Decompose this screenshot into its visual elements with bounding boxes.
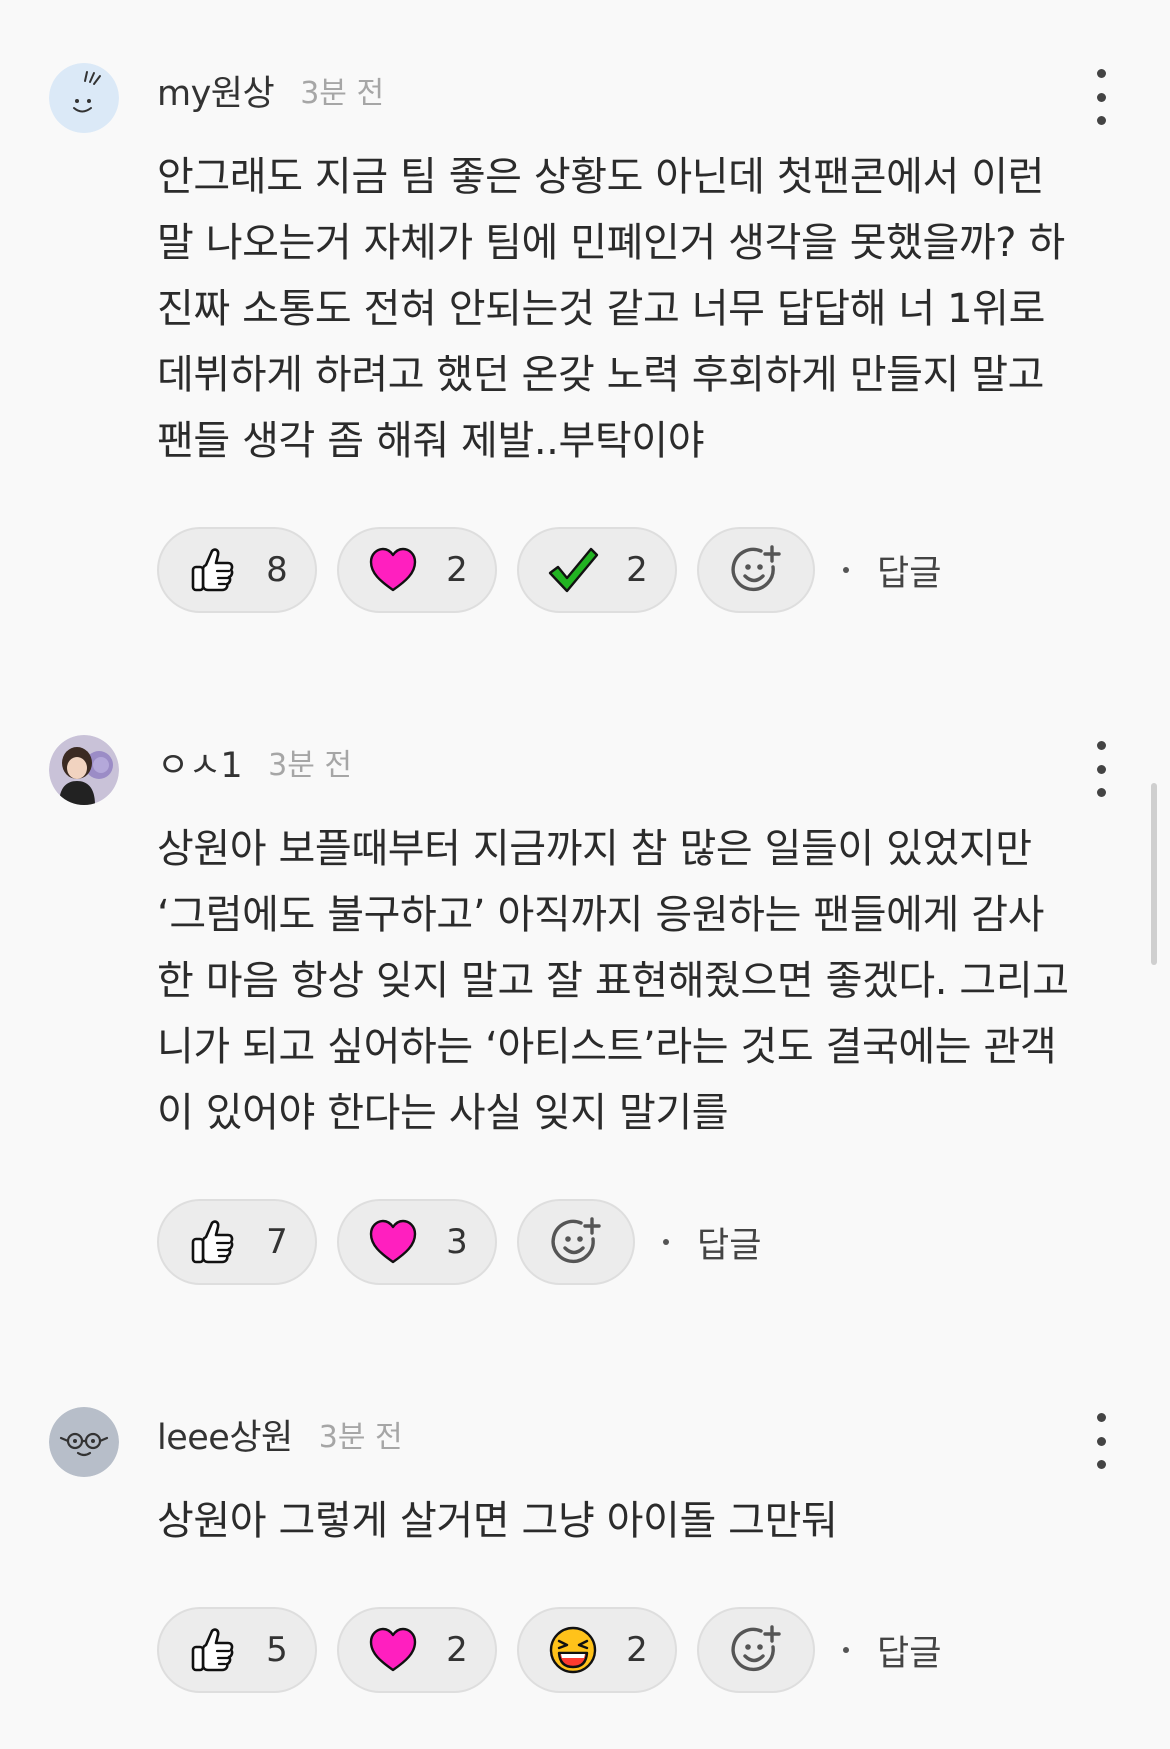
add-emoji-icon [731,545,781,592]
comment-line: 상원아 그렇게 살거면 그냥 아이돌 그만둬 [157,1498,838,1544]
doodle-face-avatar-icon [49,63,119,133]
more-options-icon[interactable] [1086,1413,1116,1469]
laughing-face-icon [549,1626,597,1674]
thumbs-up-reaction-button[interactable]: 5 [157,1607,317,1693]
comment-line: 이 있어야 한다는 사실 잊지 말기를 [157,1090,729,1136]
heart-reaction-button[interactable]: 3 [337,1199,497,1285]
heart-icon [369,1627,417,1672]
timestamp: 3분 전 [318,1420,403,1455]
reaction-count: 2 [626,550,648,590]
comment-line: 니가 되고 싶어하는 ‘아티스트’라는 것도 결국에는 관객 [157,1024,1057,1070]
laughing-reaction-button[interactable]: 2 [517,1607,677,1693]
add-reaction-button[interactable] [517,1199,635,1285]
comment-line: 팬들 생각 좀 해줘 제발..부탁이야 [157,418,705,464]
reply-label: 답글 [877,553,942,594]
reaction-count: 2 [446,550,468,590]
more-options-icon[interactable] [1086,741,1116,797]
comment-body: 상원아 보플때부터 지금까지 참 많은 일들이 있었지만 ‘그럼에도 불구하고’… [157,816,1117,1146]
separator-dot [663,1239,669,1245]
heart-reaction-button[interactable]: 2 [337,1607,497,1693]
username[interactable]: ㅇㅅ1 [157,737,243,788]
comment-line: 상원아 보플때부터 지금까지 참 많은 일들이 있었지만 [157,826,1032,872]
thumbs-up-icon [191,1220,234,1264]
timestamp: 3분 전 [300,76,385,111]
glasses-face-avatar-icon [49,1407,119,1477]
add-reaction-button[interactable] [697,527,815,613]
reply-button[interactable]: 답글 [843,545,941,596]
check-icon [548,547,599,593]
username[interactable]: leee상원 [157,1409,293,1460]
profile-photo-avatar-icon [49,735,119,805]
thumbs-up-icon [191,548,234,592]
heart-icon [369,547,417,592]
comment-meta: leee상원 3분 전 [157,1409,403,1459]
avatar[interactable] [49,735,119,805]
reaction-count: 2 [446,1630,468,1670]
check-reaction-button[interactable]: 2 [517,527,677,613]
thumbs-up-reaction-button[interactable]: 8 [157,527,317,613]
reaction-count: 8 [266,550,288,590]
add-emoji-icon [731,1625,781,1672]
username[interactable]: my원상 [157,65,275,116]
add-emoji-icon [551,1217,601,1264]
scrollbar[interactable] [1151,783,1157,965]
reaction-count: 5 [266,1630,288,1670]
thumbs-up-icon [191,1628,234,1672]
comment-line: ‘그럼에도 불구하고’ 아직까지 응원하는 팬들에게 감사 [157,892,1045,938]
reaction-bar: 8 2 2 답글 [157,525,941,615]
reply-label: 답글 [697,1225,762,1266]
reaction-count: 7 [266,1222,288,1262]
heart-reaction-button[interactable]: 2 [337,527,497,613]
comment-meta: my원상 3분 전 [157,65,384,115]
comment-line: 한 마음 항상 잊지 말고 잘 표현해줬으면 좋겠다. 그리고 [157,958,1069,1004]
timestamp: 3분 전 [268,748,352,783]
comment-meta: ㅇㅅ1 3분 전 [157,737,352,787]
reaction-bar: 5 2 2 답글 [157,1605,941,1695]
comment-line: 안그래도 지금 팀 좋은 상황도 아닌데 첫팬콘에서 이런 [157,154,1045,200]
separator-dot [843,1647,849,1653]
heart-icon [369,1219,417,1264]
avatar[interactable] [49,1407,119,1477]
separator-dot [843,567,849,573]
reaction-count: 3 [446,1222,468,1262]
add-reaction-button[interactable] [697,1607,815,1693]
thumbs-up-reaction-button[interactable]: 7 [157,1199,317,1285]
reply-button[interactable]: 답글 [663,1217,761,1268]
reaction-count: 2 [626,1630,648,1670]
more-options-icon[interactable] [1086,69,1116,125]
reply-label: 답글 [877,1633,942,1674]
comment-line: 말 나오는거 자체가 팀에 민폐인거 생각을 못했을까? 하 [157,220,1065,266]
avatar[interactable] [49,63,119,133]
comment-line: 진짜 소통도 전혀 안되는것 같고 너무 답답해 너 1위로 [157,286,1045,332]
comment-line: 데뷔하게 하려고 했던 온갖 노력 후회하게 만들지 말고 [157,352,1045,398]
reply-button[interactable]: 답글 [843,1625,941,1676]
comment-body: 상원아 그렇게 살거면 그냥 아이돌 그만둬 [157,1488,1117,1554]
reaction-bar: 7 3 답글 [157,1197,761,1287]
comment-body: 안그래도 지금 팀 좋은 상황도 아닌데 첫팬콘에서 이런 말 나오는거 자체가… [157,144,1117,474]
